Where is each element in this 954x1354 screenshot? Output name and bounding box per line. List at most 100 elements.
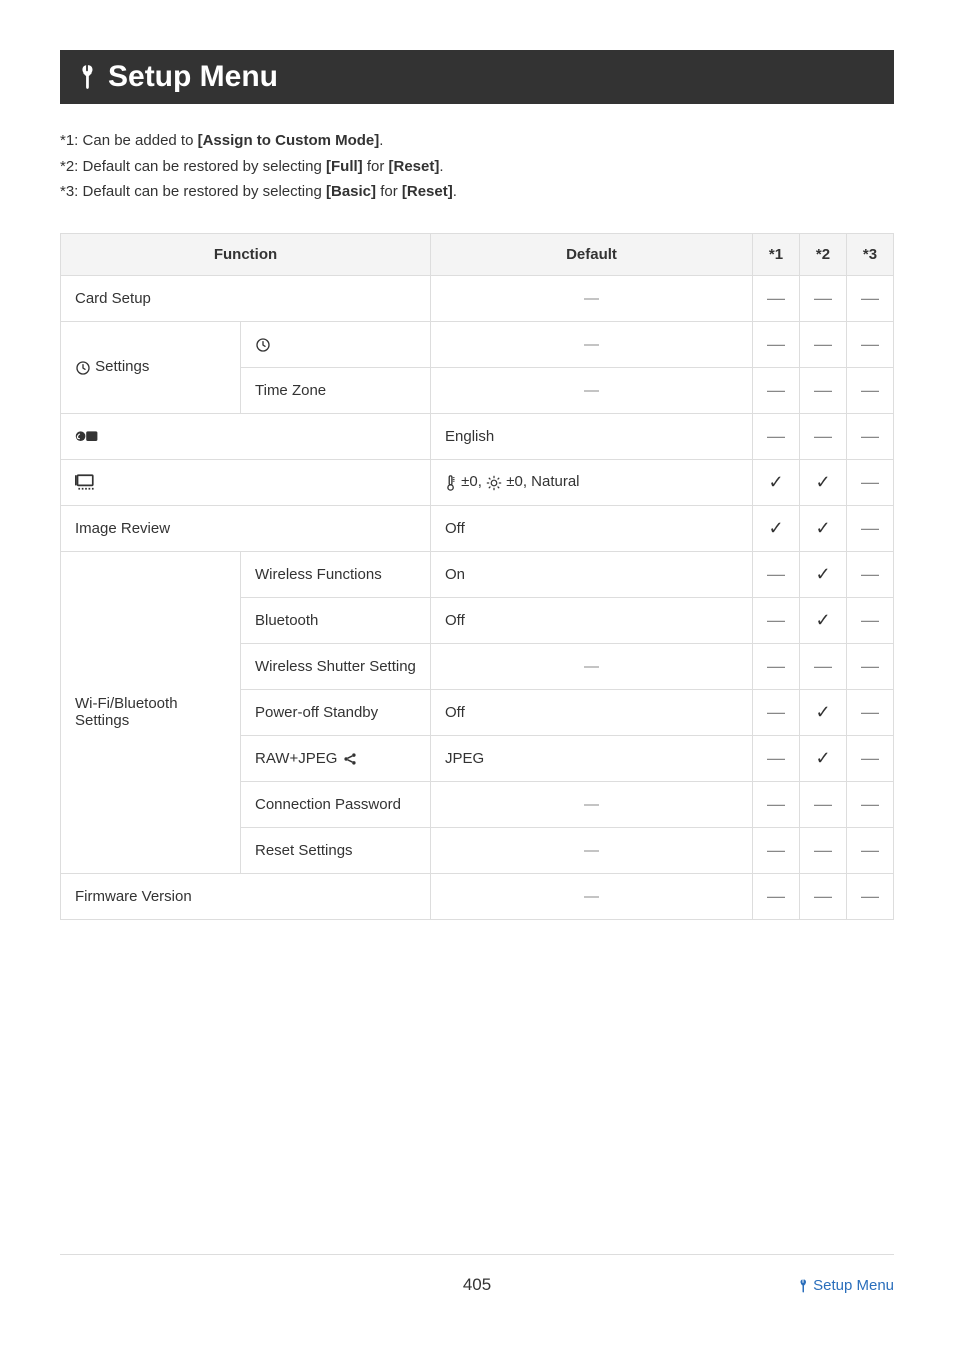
note-2: *2: Default can be restored by selecting… <box>60 154 894 180</box>
cell-bluetooth: Bluetooth <box>241 597 431 643</box>
cell-c3: — <box>847 873 894 919</box>
th-function: Function <box>61 233 431 275</box>
cell-connection-password: Connection Password <box>241 781 431 827</box>
cell-monitor-text1: ±0, <box>457 473 486 490</box>
cell-c3: — <box>847 367 894 413</box>
cell-wireless-functions: Wireless Functions <box>241 551 431 597</box>
cell-c2: — <box>800 643 847 689</box>
cell-c2: ✓ <box>800 735 847 781</box>
cell-c1: ✓ <box>753 505 800 551</box>
cell-c2: — <box>800 413 847 459</box>
cell-c3: — <box>847 827 894 873</box>
cell-c3: — <box>847 275 894 321</box>
breadcrumb-label: Setup Menu <box>813 1277 894 1294</box>
table-row: English — — — <box>61 413 894 459</box>
cell-clock-settings-label: Settings <box>91 358 149 375</box>
th-c2: *2 <box>800 233 847 275</box>
clock-icon <box>255 337 271 353</box>
brightness-icon <box>486 475 502 491</box>
th-c3: *3 <box>847 233 894 275</box>
cell-default: — <box>431 643 753 689</box>
note-3-bold1: [Basic] <box>326 183 376 200</box>
cell-firmware: Firmware Version <box>61 873 431 919</box>
cell-image-review: Image Review <box>61 505 431 551</box>
cell-c1: — <box>753 827 800 873</box>
note-2-pre: *2: Default can be restored by selecting <box>60 158 326 175</box>
page-title: Setup Menu <box>108 60 278 94</box>
note-1: *1: Can be added to [Assign to Custom Mo… <box>60 128 894 154</box>
cell-c2: ✓ <box>800 551 847 597</box>
cell-clock-sub-icon <box>241 321 431 367</box>
note-2-bold2: [Reset] <box>389 158 440 175</box>
cell-timezone: Time Zone <box>241 367 431 413</box>
cell-default: English <box>431 413 753 459</box>
cell-c2: ✓ <box>800 459 847 505</box>
cell-default: — <box>431 367 753 413</box>
cell-wireless-shutter: Wireless Shutter Setting <box>241 643 431 689</box>
cell-default: — <box>431 275 753 321</box>
cell-wifi-group: Wi-Fi/Bluetooth Settings <box>61 551 241 873</box>
cell-raw-jpeg-label: RAW+JPEG <box>255 750 342 767</box>
table-row: Settings — — — — <box>61 321 894 367</box>
cell-c3: — <box>847 551 894 597</box>
cell-default: Off <box>431 505 753 551</box>
cell-c2: — <box>800 321 847 367</box>
table-row: Card Setup — — — — <box>61 275 894 321</box>
cell-c1: — <box>753 643 800 689</box>
cell-c2: — <box>800 827 847 873</box>
cell-default: On <box>431 551 753 597</box>
table-row: Wi-Fi/Bluetooth Settings Wireless Functi… <box>61 551 894 597</box>
monitor-adjust-icon <box>75 473 97 491</box>
cell-c3: — <box>847 413 894 459</box>
notes-block: *1: Can be added to [Assign to Custom Mo… <box>60 128 894 205</box>
cell-c1: — <box>753 367 800 413</box>
note-1-pre: *1: Can be added to <box>60 132 198 149</box>
cell-c2: ✓ <box>800 689 847 735</box>
note-3-pre: *3: Default can be restored by selecting <box>60 183 326 200</box>
note-2-post: . <box>439 158 443 175</box>
clock-icon <box>75 360 91 376</box>
cell-c1: — <box>753 321 800 367</box>
note-3-mid: for <box>376 183 402 200</box>
cell-c3: — <box>847 459 894 505</box>
cell-c3: — <box>847 735 894 781</box>
cell-clock-settings: Settings <box>61 321 241 413</box>
thermometer-icon <box>445 475 457 491</box>
cell-default: JPEG <box>431 735 753 781</box>
cell-default: Off <box>431 689 753 735</box>
breadcrumb[interactable]: Setup Menu <box>797 1277 894 1294</box>
note-2-bold1: [Full] <box>326 158 363 175</box>
th-default: Default <box>431 233 753 275</box>
cell-c3: — <box>847 643 894 689</box>
wrench-icon <box>76 63 98 91</box>
page-header: Setup Menu <box>60 50 894 104</box>
cell-c1: — <box>753 275 800 321</box>
cell-reset-settings: Reset Settings <box>241 827 431 873</box>
language-icon <box>75 429 99 445</box>
cell-c3: — <box>847 505 894 551</box>
cell-c3: — <box>847 689 894 735</box>
note-1-bold: [Assign to Custom Mode] <box>198 132 380 149</box>
cell-monitor-text2: ±0, Natural <box>502 473 579 490</box>
note-2-mid: for <box>363 158 389 175</box>
table-row: ±0, ±0, Natural ✓ ✓ — <box>61 459 894 505</box>
footer-row: 405 Setup Menu <box>60 1277 894 1294</box>
cell-default: — <box>431 781 753 827</box>
cell-c2: — <box>800 873 847 919</box>
cell-c1: — <box>753 735 800 781</box>
table-row: Image Review Off ✓ ✓ — <box>61 505 894 551</box>
cell-c2: ✓ <box>800 505 847 551</box>
cell-default: — <box>431 827 753 873</box>
note-3-bold2: [Reset] <box>402 183 453 200</box>
cell-power-off-standby: Power-off Standby <box>241 689 431 735</box>
cell-default: — <box>431 873 753 919</box>
note-1-post: . <box>379 132 383 149</box>
cell-c2: — <box>800 275 847 321</box>
cell-c2: — <box>800 781 847 827</box>
cell-card-setup: Card Setup <box>61 275 431 321</box>
note-3: *3: Default can be restored by selecting… <box>60 179 894 205</box>
cell-c1: — <box>753 413 800 459</box>
footer-rule <box>60 1254 894 1255</box>
cell-c3: — <box>847 321 894 367</box>
cell-c1: — <box>753 597 800 643</box>
